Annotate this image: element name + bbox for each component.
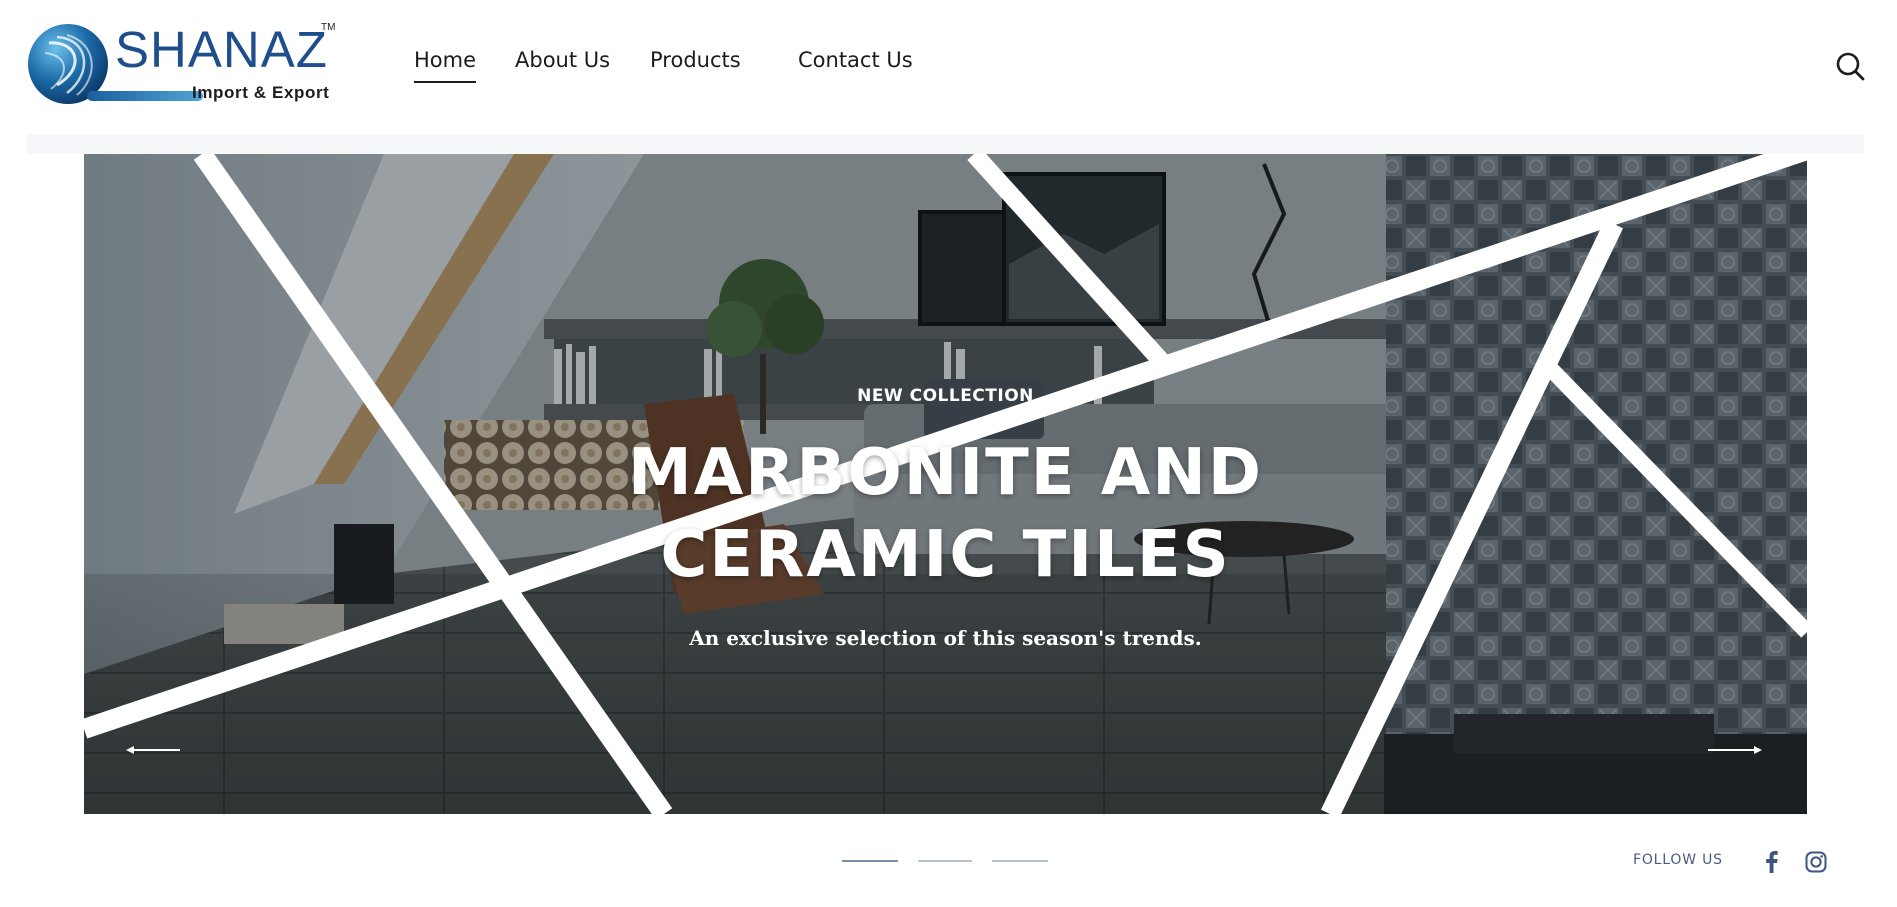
hero-eyebrow: NEW COLLECTION xyxy=(857,386,1034,406)
brand-trademark: TM xyxy=(321,22,336,33)
hero-headline-line-1: MARBONITE AND xyxy=(628,436,1263,510)
slider-dot-1[interactable] xyxy=(842,860,898,862)
header-divider-strip xyxy=(27,134,1864,154)
search-icon xyxy=(1836,52,1865,81)
arrow-left-icon xyxy=(126,746,180,754)
brand-name: SHANAZ xyxy=(115,21,328,78)
nav-about-us[interactable]: About Us xyxy=(515,48,610,72)
follow-us-label: FOLLOW US xyxy=(1633,852,1723,868)
brand-tagline: Import & Export xyxy=(192,83,330,102)
facebook-icon xyxy=(1766,851,1778,873)
facebook-link[interactable] xyxy=(1759,849,1785,875)
logo-swoosh xyxy=(87,91,203,101)
slider-dot-2[interactable] xyxy=(918,860,972,862)
brand-logo[interactable]: SHANAZ TM Import & Export xyxy=(27,20,337,110)
site-header: SHANAZ TM Import & Export Home About Us … xyxy=(0,0,1897,132)
nav-home[interactable]: Home xyxy=(414,48,477,83)
search-button[interactable] xyxy=(1834,50,1866,82)
nav-contact-us[interactable]: Contact Us xyxy=(798,48,913,72)
hero-slider: NEW COLLECTION MARBONITE AND CERAMIC TIL… xyxy=(84,154,1807,814)
hero-headline-line-2: CERAMIC TILES xyxy=(660,518,1231,592)
hero-caption: NEW COLLECTION MARBONITE AND CERAMIC TIL… xyxy=(84,154,1807,814)
instagram-icon xyxy=(1805,851,1827,873)
instagram-link[interactable] xyxy=(1803,849,1829,875)
hero-tagline: An exclusive selection of this season's … xyxy=(689,626,1202,650)
slider-next-button[interactable] xyxy=(1704,728,1764,772)
nav-products[interactable]: Products xyxy=(650,48,741,72)
slider-dot-3[interactable] xyxy=(992,860,1048,862)
arrow-right-icon xyxy=(1708,746,1762,754)
hero-headline: MARBONITE AND CERAMIC TILES xyxy=(84,432,1807,596)
slider-prev-button[interactable] xyxy=(124,728,184,772)
